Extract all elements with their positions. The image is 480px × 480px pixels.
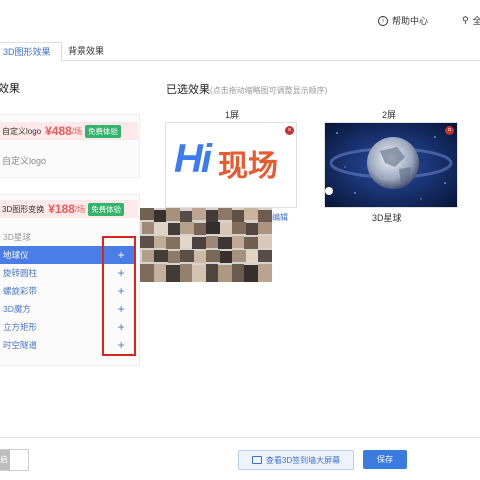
effect-3d-planet[interactable]: 3D星球 (0, 228, 107, 246)
screen-1-thumbnail[interactable]: Hi 现场 × (165, 122, 297, 208)
screen-2-label: 2屏 (382, 110, 397, 120)
custom-logo-price: ¥488 (45, 124, 72, 138)
effect-rotating-cylinder[interactable]: 旋转圆柱 (0, 264, 106, 282)
preview-screen-label: 查看3D签到墙大屏幕 (265, 455, 341, 465)
selected-effects-title: 已选效果 (166, 84, 210, 96)
highlight-box (102, 236, 136, 356)
screen-2-thumbnail[interactable]: × (324, 122, 458, 208)
tab-3d-effects[interactable]: 3D图形效果 (0, 42, 62, 62)
mode-toggle[interactable]: 启 (0, 449, 29, 471)
drag-preview-image[interactable] (140, 208, 272, 282)
effect-cube-matrix[interactable]: 立方矩形 (0, 318, 106, 336)
help-center-label: 帮助中心 (392, 16, 429, 26)
effect-3d-cube[interactable]: 3D魔方 (0, 300, 106, 318)
close-icon[interactable]: × (285, 126, 294, 135)
close-icon[interactable]: × (445, 126, 454, 135)
effect-globe[interactable]: 地球仪 (0, 246, 107, 264)
live-logo-text: 现场 (218, 150, 278, 183)
monitor-icon (251, 456, 262, 464)
preview-screen-button[interactable]: 查看3D签到墙大屏幕 (238, 450, 354, 470)
3d-transform-name: 3D图形变换 (2, 204, 45, 214)
custom-logo-item[interactable]: 自定义logo (2, 154, 46, 167)
location-pin-icon: ⚲ (462, 15, 469, 25)
location-label: 全 (472, 16, 480, 26)
help-center-link[interactable]: i 帮助中心 (378, 14, 428, 27)
screen-1-label: 1屏 (225, 110, 240, 120)
free-trial-badge[interactable]: 免费体验 (85, 124, 122, 138)
edit-link[interactable]: 编辑 (272, 212, 288, 223)
3d-planet-preview-icon (325, 123, 457, 207)
3d-transform-pricebar: 3D图形变换 ¥188 /场 免费体验 (0, 200, 138, 218)
photo-mosaic-icon (140, 208, 272, 282)
toggle-label: 启 (0, 450, 10, 470)
custom-logo-unit: /场 (71, 126, 83, 136)
selected-effects-header: 已选效果(点击拖动缩略图可调整显示顺序) (166, 80, 327, 98)
info-icon: i (378, 15, 388, 26)
effect-time-tunnel[interactable]: 时空隧道 (0, 336, 106, 354)
effect-spiral-ribbon[interactable]: 螺旋彩带 (0, 282, 106, 300)
custom-logo-pricebar: 自定义logo ¥488 /场 免费体验 (0, 122, 138, 140)
location-link[interactable]: ⚲ 全 (462, 14, 480, 27)
left-section-title: 效果 (0, 83, 20, 95)
selected-effects-hint: (点击拖动缩略图可调整显示顺序) (210, 86, 328, 95)
3d-transform-price: ¥188 (48, 202, 75, 216)
footer-divider (0, 437, 480, 438)
hi-logo-text: Hi (174, 137, 212, 181)
tab-background-effects[interactable]: 背景效果 (58, 42, 114, 60)
3d-transform-unit: /场 (74, 204, 86, 214)
free-trial-badge[interactable]: 免费体验 (88, 202, 125, 216)
custom-logo-name: 自定义logo (2, 126, 42, 136)
save-button[interactable]: 保存 (363, 450, 407, 469)
screen-2-caption: 3D星球 (372, 213, 402, 223)
